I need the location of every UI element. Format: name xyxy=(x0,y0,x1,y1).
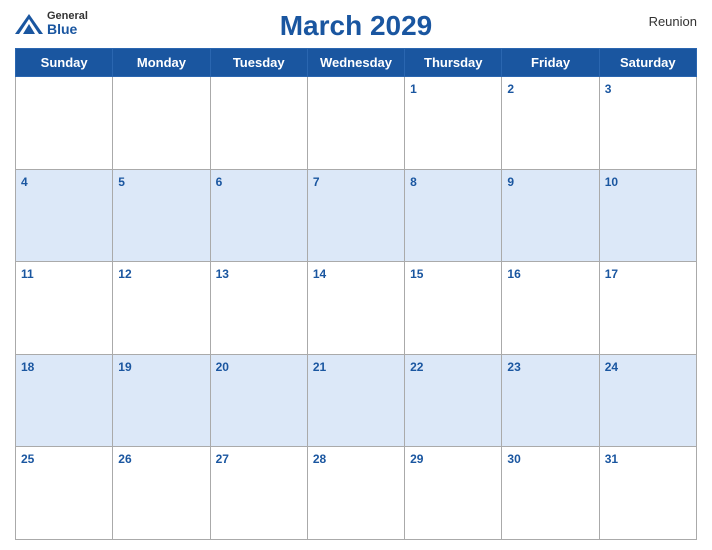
calendar-cell: 4 xyxy=(16,169,113,262)
calendar-cell: 27 xyxy=(210,447,307,540)
day-number: 25 xyxy=(21,452,34,466)
week-row-2: 4 5 6 7 8 9 10 xyxy=(16,169,697,262)
calendar-cell: 5 xyxy=(113,169,210,262)
calendar-cell: 1 xyxy=(405,77,502,170)
calendar-cell: 30 xyxy=(502,447,599,540)
calendar-page: General Blue March 2029 Reunion SundayMo… xyxy=(0,0,712,550)
day-number: 4 xyxy=(21,175,28,189)
day-number: 2 xyxy=(507,82,514,96)
calendar-cell: 18 xyxy=(16,354,113,447)
weekday-wednesday: Wednesday xyxy=(307,49,404,77)
calendar-cell: 2 xyxy=(502,77,599,170)
logo: General Blue xyxy=(15,10,88,37)
calendar-cell: 11 xyxy=(16,262,113,355)
weekday-sunday: Sunday xyxy=(16,49,113,77)
calendar-cell xyxy=(307,77,404,170)
day-number: 1 xyxy=(410,82,417,96)
day-number: 13 xyxy=(216,267,229,281)
calendar-cell: 17 xyxy=(599,262,696,355)
weekday-thursday: Thursday xyxy=(405,49,502,77)
day-number: 3 xyxy=(605,82,612,96)
day-number: 21 xyxy=(313,360,326,374)
calendar-cell: 26 xyxy=(113,447,210,540)
week-row-3: 11 12 13 14 15 16 17 xyxy=(16,262,697,355)
week-row-1: 1 2 3 xyxy=(16,77,697,170)
day-number: 6 xyxy=(216,175,223,189)
day-number: 23 xyxy=(507,360,520,374)
day-number: 29 xyxy=(410,452,423,466)
calendar-cell: 14 xyxy=(307,262,404,355)
calendar-cell xyxy=(210,77,307,170)
calendar-cell: 23 xyxy=(502,354,599,447)
day-number: 26 xyxy=(118,452,131,466)
day-number: 8 xyxy=(410,175,417,189)
calendar-cell: 28 xyxy=(307,447,404,540)
region-label: Reunion xyxy=(649,14,697,29)
calendar-cell: 8 xyxy=(405,169,502,262)
day-number: 18 xyxy=(21,360,34,374)
day-number: 12 xyxy=(118,267,131,281)
calendar-cell: 12 xyxy=(113,262,210,355)
calendar-cell: 29 xyxy=(405,447,502,540)
calendar-cell: 3 xyxy=(599,77,696,170)
day-number: 16 xyxy=(507,267,520,281)
calendar-cell xyxy=(113,77,210,170)
weekday-header-row: SundayMondayTuesdayWednesdayThursdayFrid… xyxy=(16,49,697,77)
weekday-tuesday: Tuesday xyxy=(210,49,307,77)
calendar-cell: 13 xyxy=(210,262,307,355)
calendar-cell: 31 xyxy=(599,447,696,540)
weekday-monday: Monday xyxy=(113,49,210,77)
weekday-friday: Friday xyxy=(502,49,599,77)
calendar-cell: 19 xyxy=(113,354,210,447)
calendar-cell: 20 xyxy=(210,354,307,447)
day-number: 28 xyxy=(313,452,326,466)
day-number: 24 xyxy=(605,360,618,374)
day-number: 17 xyxy=(605,267,618,281)
calendar-cell xyxy=(16,77,113,170)
calendar-cell: 16 xyxy=(502,262,599,355)
calendar-cell: 10 xyxy=(599,169,696,262)
weekday-saturday: Saturday xyxy=(599,49,696,77)
calendar-cell: 22 xyxy=(405,354,502,447)
day-number: 20 xyxy=(216,360,229,374)
calendar-cell: 15 xyxy=(405,262,502,355)
calendar-cell: 25 xyxy=(16,447,113,540)
day-number: 5 xyxy=(118,175,125,189)
calendar-cell: 9 xyxy=(502,169,599,262)
page-title: March 2029 xyxy=(280,10,433,42)
day-number: 19 xyxy=(118,360,131,374)
day-number: 11 xyxy=(21,267,34,281)
day-number: 7 xyxy=(313,175,320,189)
day-number: 31 xyxy=(605,452,618,466)
day-number: 14 xyxy=(313,267,326,281)
day-number: 27 xyxy=(216,452,229,466)
logo-blue: Blue xyxy=(47,22,88,37)
calendar-cell: 7 xyxy=(307,169,404,262)
day-number: 22 xyxy=(410,360,423,374)
calendar-cell: 24 xyxy=(599,354,696,447)
calendar-cell: 6 xyxy=(210,169,307,262)
day-number: 9 xyxy=(507,175,514,189)
calendar-table: SundayMondayTuesdayWednesdayThursdayFrid… xyxy=(15,48,697,540)
calendar-cell: 21 xyxy=(307,354,404,447)
day-number: 30 xyxy=(507,452,520,466)
logo-icon xyxy=(15,14,43,34)
week-row-4: 18 19 20 21 22 23 24 xyxy=(16,354,697,447)
day-number: 10 xyxy=(605,175,618,189)
calendar-header: General Blue March 2029 Reunion xyxy=(15,10,697,42)
week-row-5: 25 26 27 28 29 30 31 xyxy=(16,447,697,540)
day-number: 15 xyxy=(410,267,423,281)
